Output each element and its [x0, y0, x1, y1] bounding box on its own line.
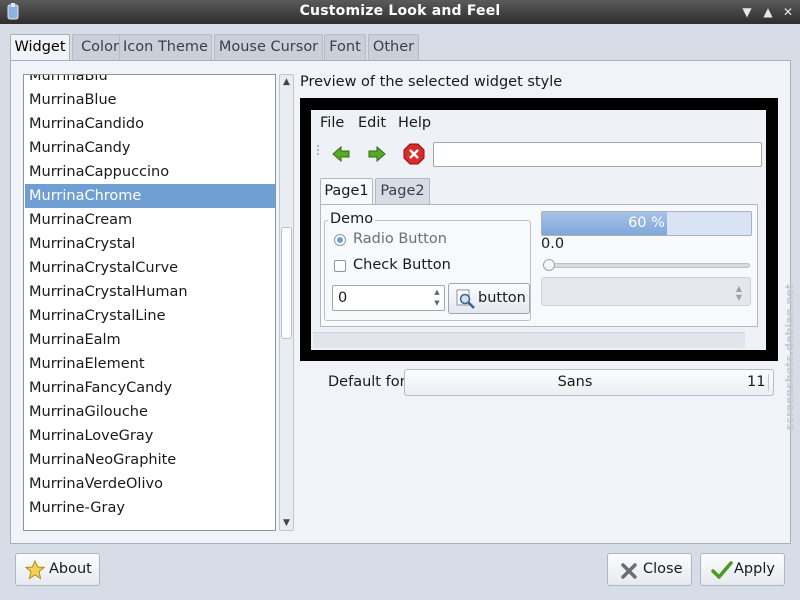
apply-button[interactable]: Apply — [700, 553, 785, 586]
list-item[interactable]: MurrinaVerdeOlivo — [25, 472, 275, 496]
spin-down-icon[interactable]: ▼ — [431, 298, 443, 309]
preview-statusbar — [313, 332, 745, 348]
tab-mouse-cursor[interactable]: Mouse Cursor — [214, 34, 323, 61]
font-picker-button[interactable]: Sans 11 — [404, 369, 774, 396]
list-item[interactable]: MurrinaCandido — [25, 112, 275, 136]
list-item[interactable]: MurrinaBlu — [25, 75, 275, 88]
spin-value: 0 — [338, 290, 348, 306]
preview-menu-file[interactable]: File — [320, 115, 344, 131]
theme-list[interactable]: MurrinaBlu MurrinaBlue MurrinaCandido Mu… — [23, 74, 276, 531]
spin-up-icon[interactable]: ▲ — [431, 287, 443, 298]
list-item-selected[interactable]: MurrinaChrome — [25, 184, 275, 208]
star-icon — [25, 560, 45, 580]
list-item[interactable]: MurrinaElement — [25, 352, 275, 376]
find-icon — [456, 289, 475, 309]
font-size: 11 — [747, 374, 766, 390]
preview-label: Preview of the selected widget style — [300, 74, 563, 90]
list-item[interactable]: MurrinaNeoGraphite — [25, 448, 275, 472]
slider[interactable] — [543, 259, 750, 271]
list-item[interactable]: MurrinaCrystalCurve — [25, 256, 275, 280]
list-item[interactable]: MurrinaCandy — [25, 136, 275, 160]
about-button-label: About — [49, 561, 92, 577]
radio-button[interactable] — [334, 234, 346, 246]
preview-entry[interactable] — [433, 142, 762, 167]
apply-button-label: Apply — [734, 561, 775, 577]
preview-button-label: button — [478, 290, 526, 306]
tab-other[interactable]: Other — [368, 34, 419, 61]
list-item[interactable]: MurrinaCrystalLine — [25, 304, 275, 328]
tab-font[interactable]: Font — [324, 34, 366, 61]
preview-menu-help[interactable]: Help — [398, 115, 431, 131]
progress-bar: 60 % — [541, 211, 752, 236]
scroll-up-icon[interactable]: ▲ — [280, 75, 293, 89]
preview-tab-page2[interactable]: Page2 — [375, 178, 430, 204]
combo-arrow-icon: ▲ ▼ — [735, 284, 742, 302]
tab-widget[interactable]: Widget — [10, 34, 70, 62]
font-name: Sans — [557, 374, 593, 390]
back-arrow-icon[interactable] — [331, 144, 351, 164]
toolbar-grip-icon — [317, 145, 319, 155]
list-item[interactable]: MurrinaEalm — [25, 328, 275, 352]
combo-box[interactable]: ▲ ▼ — [541, 277, 751, 306]
check-button-label: Check Button — [353, 257, 451, 273]
preview-button[interactable]: button — [448, 283, 530, 314]
list-item[interactable]: MurrinaCappuccino — [25, 160, 275, 184]
preview-menu-edit[interactable]: Edit — [358, 115, 386, 131]
close-icon — [621, 563, 637, 579]
forward-arrow-icon[interactable] — [367, 144, 387, 164]
font-separator — [768, 374, 769, 391]
checkmark-icon — [711, 561, 733, 579]
list-item[interactable]: MurrinaLoveGray — [25, 424, 275, 448]
title-bar: Customize Look and Feel ▼ ▲ ✕ — [0, 0, 800, 24]
check-button[interactable] — [334, 260, 346, 272]
list-scrollbar[interactable]: ▲ ▼ — [279, 74, 294, 531]
list-item[interactable]: MurrinaFancyCandy — [25, 376, 275, 400]
window-title: Customize Look and Feel — [299, 3, 501, 19]
spin-input[interactable]: 0 ▲ ▼ — [332, 285, 445, 311]
watermark: screenshots.debian.net — [783, 283, 796, 430]
preview-tab-page1[interactable]: Page1 — [320, 178, 373, 205]
stop-icon[interactable] — [403, 143, 425, 165]
demo-frame-title: Demo — [328, 211, 376, 227]
minimize-icon[interactable]: ▼ — [739, 4, 755, 20]
maximize-icon[interactable]: ▲ — [760, 4, 776, 20]
list-item[interactable]: MurrinaCrystal — [25, 232, 275, 256]
progress-label: 60 % — [628, 215, 665, 231]
close-button-label: Close — [643, 561, 683, 577]
list-item[interactable]: MurrinaCream — [25, 208, 275, 232]
radio-button-label: Radio Button — [353, 231, 447, 247]
close-window-icon[interactable]: ✕ — [780, 4, 796, 20]
list-item[interactable]: MurrinaCrystalHuman — [25, 280, 275, 304]
close-button[interactable]: Close — [607, 553, 692, 586]
slider-knob[interactable] — [543, 259, 555, 271]
scrollbar-thumb[interactable] — [281, 227, 292, 339]
slider-value: 0.0 — [541, 236, 565, 252]
tab-icon-theme[interactable]: Icon Theme — [119, 34, 212, 61]
about-button[interactable]: About — [15, 553, 100, 586]
list-item[interactable]: MurrinaBlue — [25, 88, 275, 112]
scroll-down-icon[interactable]: ▼ — [280, 516, 293, 530]
list-item[interactable]: MurrinaGilouche — [25, 400, 275, 424]
list-item[interactable]: Murrine-Gray — [25, 496, 275, 520]
